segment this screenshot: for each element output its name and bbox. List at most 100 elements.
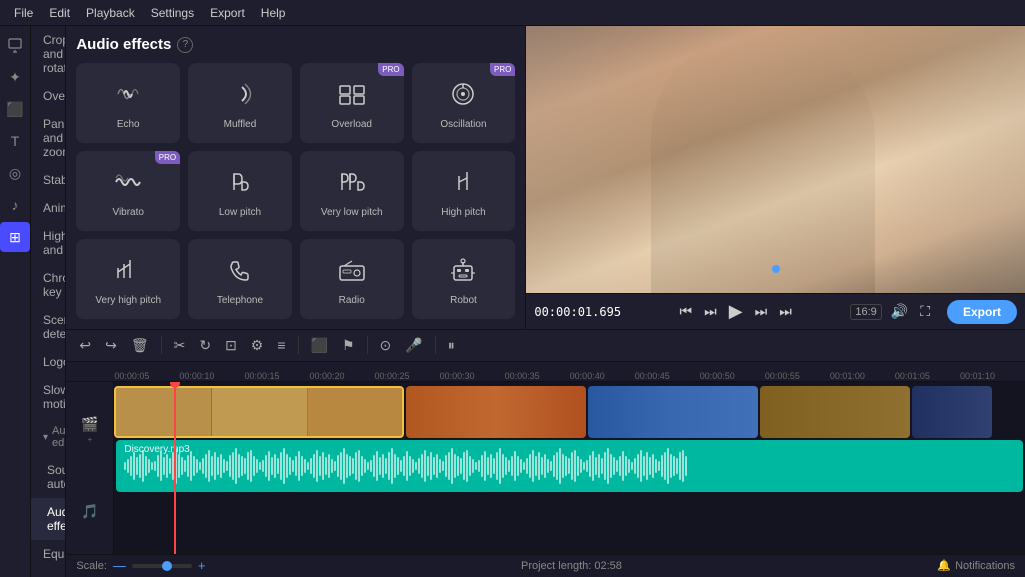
play-btn[interactable]: ▶ xyxy=(726,299,746,324)
telephone-icon xyxy=(222,256,258,291)
list-btn[interactable]: ≡ xyxy=(272,334,290,356)
ruler-mark-6: 00:00:35 xyxy=(505,371,570,381)
export-button[interactable]: Export xyxy=(947,300,1017,324)
step-back-btn[interactable]: ⏭ xyxy=(701,301,720,322)
ruler-mark-1: 00:00:10 xyxy=(179,371,244,381)
effect-telephone[interactable]: Telephone xyxy=(188,239,292,319)
echo-icon xyxy=(110,80,146,115)
sidebar-item-chroma[interactable]: Chroma key xyxy=(31,264,65,306)
sidebar-item-scene[interactable]: Scene detection xyxy=(31,306,65,348)
overload-badge: PRO xyxy=(378,63,403,76)
sidebar-item-crop[interactable]: Crop and rotate xyxy=(31,26,65,82)
notifications[interactable]: 🔔 Notifications xyxy=(937,559,1015,572)
ruler-mark-11: 00:01:00 xyxy=(830,371,895,381)
audio-clip[interactable]: Discovery.mp3 (function(){ const wf = do… xyxy=(116,440,1023,492)
video-clip-3[interactable] xyxy=(588,386,758,438)
effects-title: Audio effects ? xyxy=(76,36,515,53)
menu-help[interactable]: Help xyxy=(253,4,294,22)
ruler-mark-4: 00:00:25 xyxy=(375,371,440,381)
record-btn[interactable]: ⊙ xyxy=(375,334,397,357)
scale-control: Scale: — + xyxy=(76,558,205,573)
toolbar-effects[interactable]: ⊞ xyxy=(0,222,30,252)
undo-btn[interactable]: ↩ xyxy=(74,334,96,357)
effect-vibrato[interactable]: PRO Vibrato xyxy=(76,151,180,231)
cut-btn[interactable]: ✂ xyxy=(169,334,191,357)
menu-export[interactable]: Export xyxy=(202,4,253,22)
video-track xyxy=(114,386,1025,438)
high-pitch-icon xyxy=(445,168,481,203)
menu-settings[interactable]: Settings xyxy=(143,4,202,22)
toolbar-filters[interactable]: ◎ xyxy=(0,158,30,188)
sidebar-item-pan[interactable]: Pan and zoom xyxy=(31,110,65,166)
effect-high-pitch[interactable]: High pitch xyxy=(412,151,516,231)
delete-btn[interactable]: 🗑 xyxy=(126,334,154,357)
menu-file[interactable]: File xyxy=(6,4,41,22)
pause-tl-btn[interactable]: ⏸ xyxy=(443,334,460,357)
sidebar-section-audio: ▾ Audio editing xyxy=(31,418,65,456)
effect-low-pitch[interactable]: Low pitch xyxy=(188,151,292,231)
volume-btn[interactable]: 🔊 xyxy=(888,301,911,322)
audio-track[interactable]: Discovery.mp3 (function(){ const wf = do… xyxy=(116,440,1023,492)
rotate-btn[interactable]: ↻ xyxy=(194,334,216,357)
content-area: Audio effects ? Echo xyxy=(66,26,1025,577)
video-clip-4[interactable] xyxy=(760,386,910,438)
menu-edit[interactable]: Edit xyxy=(41,4,78,22)
sidebar-item-audio-effects[interactable]: Audio effects xyxy=(31,498,65,540)
fullscreen-btn[interactable]: ⛶ xyxy=(917,301,933,322)
toolbar-transitions[interactable]: ⬛ xyxy=(0,94,30,124)
aspect-ratio[interactable]: 16:9 xyxy=(850,304,881,320)
effect-high-pitch-label: High pitch xyxy=(441,207,485,218)
effect-echo[interactable]: Echo xyxy=(76,63,180,143)
sidebar-item-overlay[interactable]: Overlay xyxy=(31,82,65,110)
effect-very-low-pitch[interactable]: Very low pitch xyxy=(300,151,404,231)
redo-btn[interactable]: ↪ xyxy=(100,334,122,357)
effect-muffled-label: Muffled xyxy=(224,119,257,130)
toolbar-titles[interactable]: T xyxy=(0,126,30,156)
sidebar-item-sound-auto[interactable]: Sound autocor... xyxy=(31,456,65,498)
video-clip-2[interactable] xyxy=(406,386,586,438)
overlay-btn[interactable]: ⬛ xyxy=(306,334,333,357)
menu-playback[interactable]: Playback xyxy=(78,4,143,22)
info-icon[interactable]: ? xyxy=(177,37,193,53)
sidebar-item-stabilization[interactable]: Stabilization xyxy=(31,166,65,194)
sidebar-item-equalizer[interactable]: Equalizer xyxy=(31,540,65,568)
effect-radio[interactable]: Radio xyxy=(300,239,404,319)
ruler-mark-7: 00:00:40 xyxy=(570,371,635,381)
toolbar-import[interactable] xyxy=(0,30,30,60)
overload-icon xyxy=(334,80,370,115)
radio-icon xyxy=(334,256,370,291)
scale-slider[interactable] xyxy=(132,564,192,568)
track-labels: 🎬 + 🎵 xyxy=(66,382,114,554)
timeline-body: 🎬 + 🎵 xyxy=(66,382,1025,554)
preview-video-container: ? xyxy=(526,26,1025,293)
effect-vibrato-label: Vibrato xyxy=(112,207,144,218)
video-clip-1[interactable] xyxy=(114,386,404,438)
very-low-pitch-icon xyxy=(334,168,370,203)
ruler-mark-10: 00:00:55 xyxy=(765,371,830,381)
effect-robot[interactable]: Robot xyxy=(412,239,516,319)
effect-telephone-label: Telephone xyxy=(217,295,263,306)
left-toolbar: ✦ ⬛ T ◎ ♪ ⊞ xyxy=(0,26,31,577)
crop-tl-btn[interactable]: ⊡ xyxy=(220,334,242,357)
settings-btn[interactable]: ⚙ xyxy=(246,334,269,357)
skip-start-btn[interactable]: ⏮ xyxy=(677,301,696,322)
toolbar-magic[interactable]: ✦ xyxy=(0,62,30,92)
step-forward-btn[interactable]: ⏭ xyxy=(752,301,771,322)
sidebar-item-highlight[interactable]: Highlight and c... xyxy=(31,222,65,264)
preview-controls: 00:00:01.695 ⏮ ⏭ ▶ ⏭ ⏭ 16:9 🔊 ⛶ Export xyxy=(526,293,1025,329)
mic-btn[interactable]: 🎤 xyxy=(400,334,427,357)
timeline-ruler: 00:00:05 00:00:10 00:00:15 00:00:20 00:0… xyxy=(66,362,1025,382)
toolbar-music[interactable]: ♪ xyxy=(0,190,30,220)
time-display: 00:00:01.695 xyxy=(534,305,621,319)
sidebar-item-animation[interactable]: Animation xyxy=(31,194,65,222)
ruler-mark-12: 00:01:05 xyxy=(895,371,960,381)
effect-oscillation[interactable]: PRO Oscillation xyxy=(412,63,516,143)
flag-btn[interactable]: ⚑ xyxy=(337,334,360,357)
sidebar-item-logo[interactable]: Logo xyxy=(31,348,65,376)
effect-overload[interactable]: PRO Overload xyxy=(300,63,404,143)
video-clip-5[interactable] xyxy=(912,386,992,438)
effect-very-high-pitch[interactable]: Very high pitch xyxy=(76,239,180,319)
effect-muffled[interactable]: Muffled xyxy=(188,63,292,143)
skip-end-btn[interactable]: ⏭ xyxy=(776,301,795,322)
sidebar-item-slowmo[interactable]: Slow motion xyxy=(31,376,65,418)
